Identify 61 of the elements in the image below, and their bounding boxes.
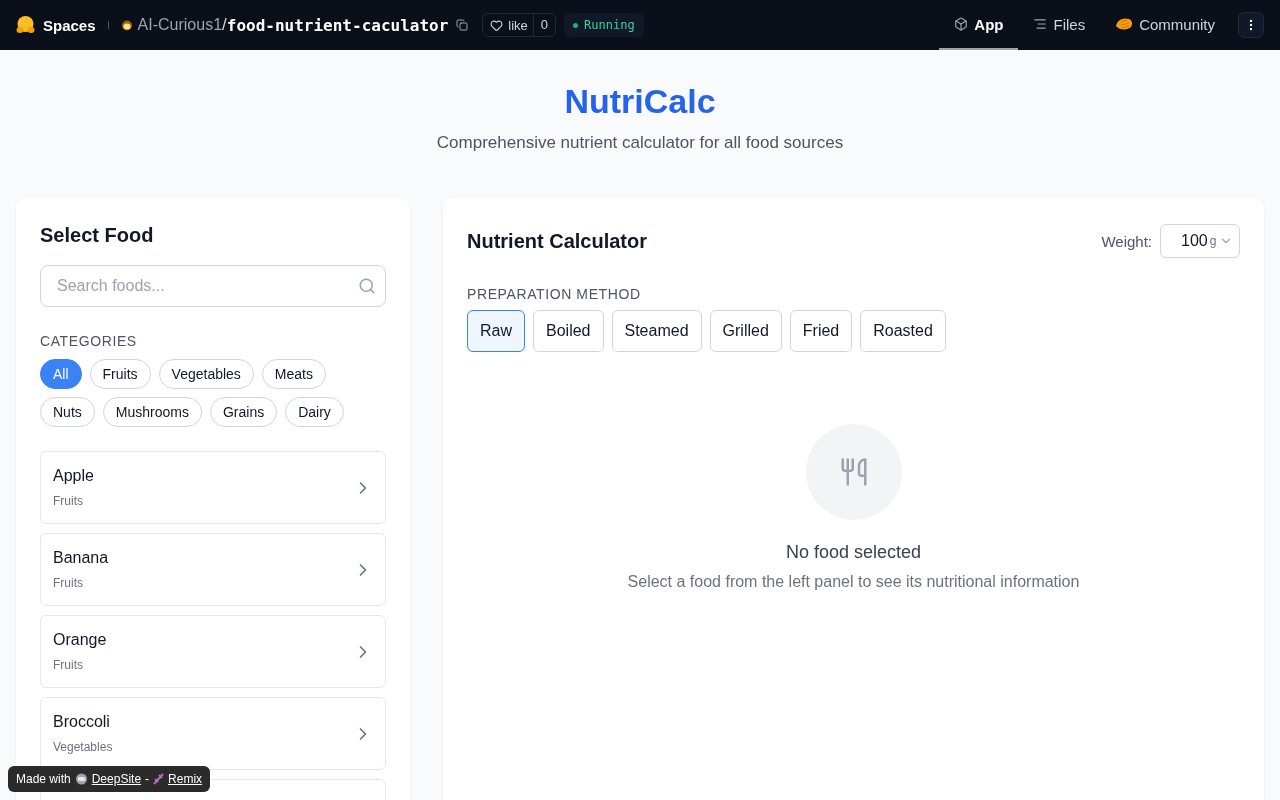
nav-tab[interactable]: Community — [1100, 0, 1230, 50]
food-name: Orange — [53, 631, 107, 649]
dna-icon — [153, 773, 165, 785]
category-chip[interactable]: Mushrooms — [102, 397, 202, 427]
spaces-link[interactable]: Spaces — [43, 16, 96, 34]
nav-tab[interactable]: App — [939, 0, 1019, 50]
app-subtitle: Comprehensive nutrient calculator for all food sources — [435, 133, 845, 153]
panel-title: Select Food — [40, 224, 155, 247]
weight-select[interactable]: 100 g — [1160, 224, 1240, 258]
hugging-face-logo — [16, 16, 35, 34]
repo-name[interactable]: food-nutrient-caculator — [226, 15, 449, 35]
deepsite-link[interactable]: DeepSite — [91, 772, 142, 786]
app-title: NutriCalc — [563, 82, 717, 121]
method-button[interactable]: Boiled — [533, 310, 604, 352]
like-count: 0 — [532, 14, 556, 36]
method-button[interactable]: Fried — [789, 310, 853, 352]
panel-title: Nutrient Calculator — [467, 229, 648, 253]
search-field[interactable]: Search foods... — [40, 265, 386, 307]
empty-title: No food selected — [785, 542, 922, 563]
method-button[interactable]: Raw — [467, 310, 525, 352]
category-chip[interactable]: Meats — [261, 359, 326, 389]
categories-label: CATEGORIES — [40, 333, 138, 349]
method-label: PREPARATION METHOD — [467, 286, 642, 302]
path-separator: / — [222, 15, 227, 35]
hand-icon — [1115, 17, 1134, 31]
heart-icon — [490, 18, 504, 32]
badge-text: Made with — [16, 772, 71, 786]
food-category: Fruits — [53, 658, 84, 672]
owner-link[interactable]: AI-Curious1 — [137, 16, 223, 34]
category-chip[interactable]: Fruits — [89, 359, 151, 389]
food-card[interactable]: Banana Fruits — [40, 533, 386, 606]
food-name: Banana — [53, 549, 109, 567]
category-chip[interactable]: All — [40, 359, 82, 389]
category-chip[interactable]: Nuts — [40, 397, 95, 427]
food-card[interactable]: Apple Fruits — [40, 451, 386, 524]
weight-label: Weight: — [1101, 232, 1152, 250]
search-icon — [358, 277, 376, 295]
method-button[interactable]: Steamed — [611, 310, 702, 352]
robot-icon — [74, 773, 88, 785]
food-card[interactable]: Orange Fruits — [40, 615, 386, 688]
food-category: Fruits — [53, 494, 84, 508]
food-card[interactable]: Broccoli Vegetables — [40, 697, 386, 770]
like-button[interactable]: like 0 — [482, 13, 557, 37]
files-icon — [1033, 17, 1048, 31]
avatar-icon — [120, 19, 133, 31]
remix-link[interactable]: Remix — [168, 772, 203, 786]
food-name: Broccoli — [53, 713, 111, 731]
food-category: Vegetables — [53, 740, 113, 754]
empty-text: Select a food from the left panel to see its nutritional information — [627, 573, 1080, 591]
food-category: Fruits — [53, 576, 84, 590]
category-chip[interactable]: Vegetables — [158, 359, 254, 389]
food-name: Apple — [53, 467, 94, 485]
method-button[interactable]: Grilled — [709, 310, 782, 352]
method-button[interactable]: Roasted — [860, 310, 946, 352]
badge-dash: - — [145, 772, 150, 786]
status-badge: Running — [564, 13, 644, 37]
cube-icon — [954, 17, 969, 31]
category-chip[interactable]: Dairy — [285, 397, 344, 427]
nav-tab[interactable]: Files — [1018, 0, 1101, 50]
category-chip[interactable]: Grains — [209, 397, 278, 427]
copy-icon[interactable] — [456, 19, 469, 31]
